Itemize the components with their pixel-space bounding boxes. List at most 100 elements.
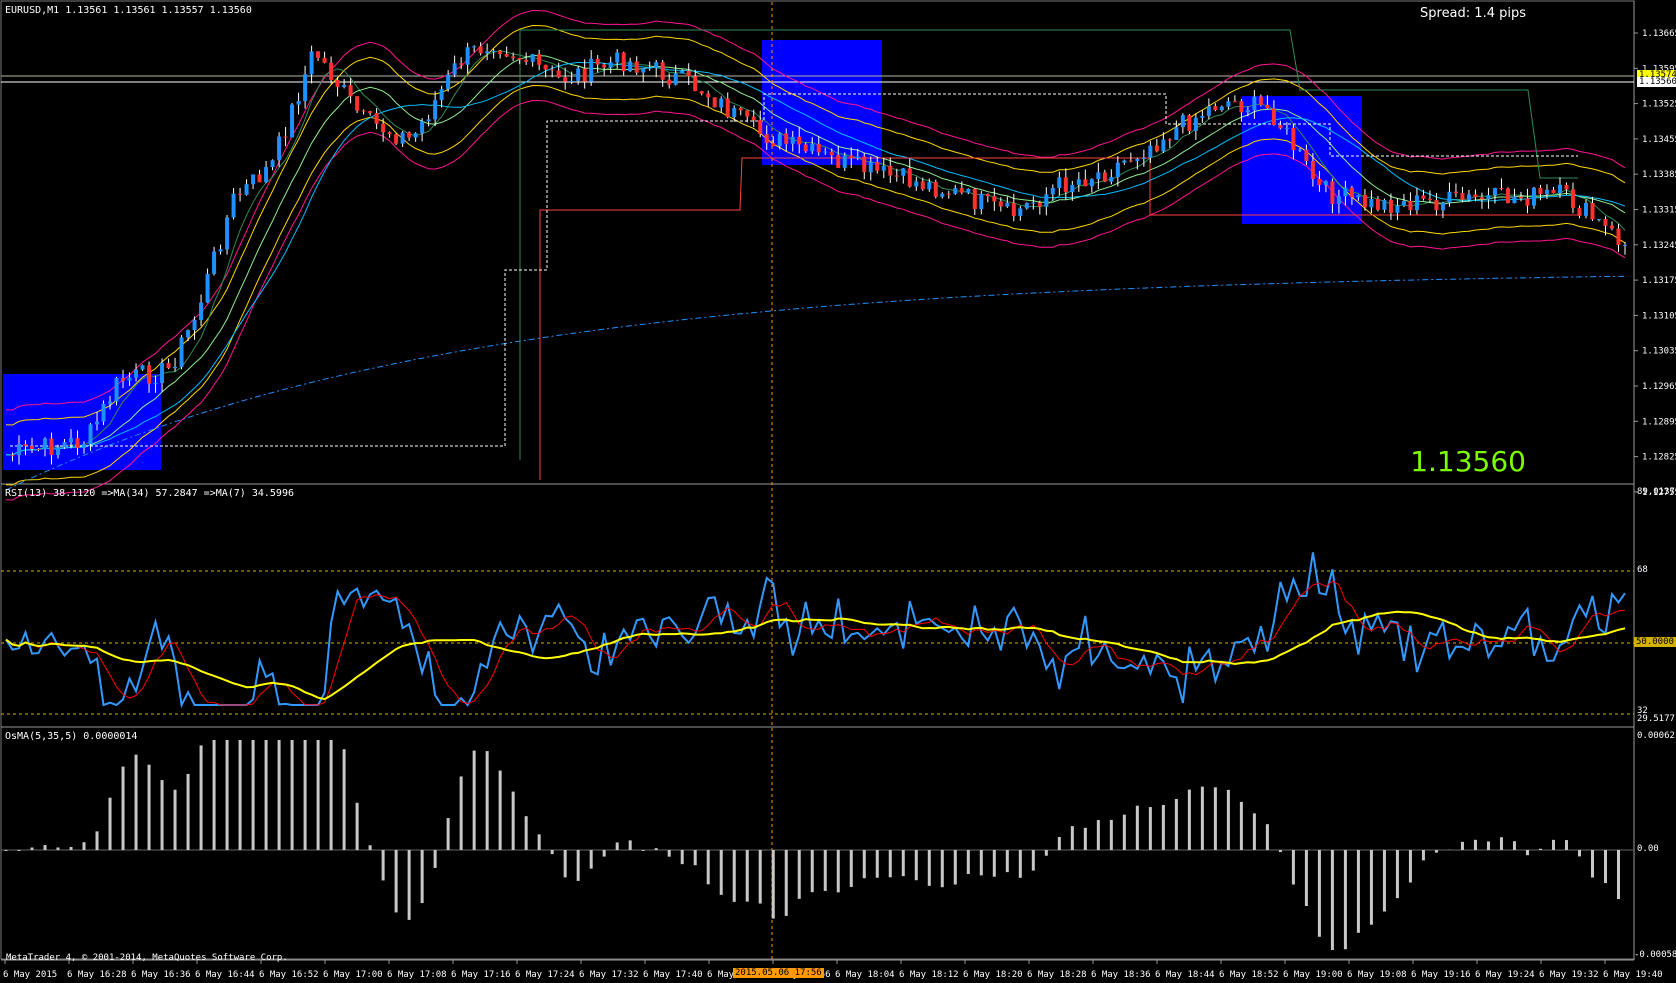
candle-body bbox=[790, 136, 795, 144]
candle-body bbox=[413, 133, 418, 138]
osma-bar bbox=[160, 780, 164, 850]
candle-body bbox=[1271, 108, 1276, 125]
candle-body bbox=[407, 132, 412, 138]
candle-body bbox=[134, 369, 139, 378]
candle-body bbox=[803, 144, 808, 152]
osma-bar bbox=[186, 773, 190, 850]
osma-bar bbox=[1161, 804, 1165, 850]
osma-bar bbox=[1421, 850, 1425, 861]
candle-body bbox=[1401, 200, 1406, 206]
price-axis-label: 1.13385 bbox=[1642, 170, 1676, 180]
osma-bar bbox=[1200, 786, 1204, 850]
candle-body bbox=[1609, 225, 1614, 229]
osma-bar bbox=[1538, 848, 1542, 850]
candle-body bbox=[1102, 172, 1107, 182]
time-axis-label: 6 May 18:12 bbox=[899, 970, 959, 980]
candle-body bbox=[1583, 202, 1588, 216]
candle-body bbox=[1518, 196, 1523, 199]
candle-body bbox=[855, 156, 860, 159]
candle-body bbox=[680, 70, 685, 74]
candle-body bbox=[1128, 160, 1133, 162]
osma-bar bbox=[550, 850, 554, 855]
osma-bar bbox=[121, 766, 125, 850]
osma-bar bbox=[1044, 850, 1048, 856]
osma-bar bbox=[1317, 850, 1321, 937]
candle-body bbox=[199, 302, 204, 320]
candle-body bbox=[1570, 189, 1575, 208]
osma-bar bbox=[1577, 850, 1581, 857]
osma-bar bbox=[290, 740, 294, 850]
candle-body bbox=[1291, 127, 1296, 151]
time-axis-label: 6 May 2015 bbox=[3, 970, 57, 980]
osma-bar bbox=[1005, 850, 1009, 873]
candle-body bbox=[686, 70, 691, 77]
candle-body bbox=[10, 454, 15, 456]
candle-body bbox=[1122, 160, 1127, 163]
price-axis-label: 1.13105 bbox=[1642, 311, 1676, 321]
candle-body bbox=[933, 182, 938, 197]
candle-body bbox=[1310, 161, 1315, 179]
osma-bar bbox=[1109, 819, 1113, 850]
osma-bar bbox=[134, 754, 138, 850]
candle-body bbox=[30, 445, 35, 449]
candle-body bbox=[732, 107, 737, 118]
candle-body bbox=[862, 156, 867, 173]
candle-body bbox=[1421, 195, 1426, 199]
candle-body bbox=[628, 61, 633, 72]
osma-bar bbox=[1096, 820, 1100, 850]
osma-bar bbox=[1499, 837, 1503, 850]
time-axis-label: 6 May 18:36 bbox=[1091, 970, 1151, 980]
candle-body bbox=[420, 121, 425, 134]
price-axis-label: 1.12825 bbox=[1642, 453, 1676, 463]
osma-bar bbox=[4, 850, 8, 851]
osma-bar bbox=[355, 802, 359, 850]
osma-axis-zero: 0.00 bbox=[1637, 844, 1659, 854]
time-axis-label: 6 May 19:16 bbox=[1411, 970, 1471, 980]
osma-bar bbox=[979, 850, 983, 876]
candle-body bbox=[316, 51, 321, 58]
candle-body bbox=[641, 68, 646, 73]
candle-body bbox=[777, 133, 782, 147]
osma-bar bbox=[1564, 840, 1568, 850]
candle-body bbox=[1623, 244, 1627, 246]
candle-body bbox=[504, 54, 509, 57]
osma-bar bbox=[927, 850, 931, 886]
candle-body bbox=[959, 188, 964, 193]
osma-bar bbox=[849, 850, 853, 887]
candle-body bbox=[1063, 177, 1068, 193]
candle-body bbox=[1382, 199, 1387, 210]
candle-body bbox=[810, 143, 815, 152]
osma-bar bbox=[1486, 841, 1490, 850]
price-axis-label: 1.13525 bbox=[1642, 100, 1676, 110]
osma-bar bbox=[1460, 841, 1464, 850]
candle-body bbox=[218, 249, 223, 252]
candle-body bbox=[517, 58, 522, 60]
spread-indicator: Spread: 1.4 pips bbox=[1420, 6, 1526, 21]
candle-body bbox=[290, 104, 295, 138]
candle-body bbox=[1076, 179, 1081, 185]
osma-bar bbox=[953, 850, 957, 885]
osma-bar bbox=[43, 845, 47, 850]
candle-body bbox=[1200, 115, 1205, 118]
time-axis-label: 6 May 16:28 bbox=[67, 970, 127, 980]
candle-body bbox=[881, 165, 886, 171]
candle-body bbox=[1538, 187, 1543, 195]
osma-bar bbox=[1551, 839, 1555, 850]
candle-body bbox=[751, 116, 756, 121]
candle-body bbox=[465, 47, 470, 65]
candle-body bbox=[823, 151, 828, 153]
candle-body bbox=[1414, 195, 1419, 211]
candle-body bbox=[1297, 149, 1302, 151]
candle-body bbox=[927, 182, 932, 190]
candle-body bbox=[660, 62, 665, 80]
candle-body bbox=[160, 362, 165, 383]
osma-bar bbox=[875, 850, 879, 878]
candle-body bbox=[205, 273, 210, 303]
osma-bar bbox=[524, 816, 528, 850]
candle-body bbox=[745, 110, 750, 117]
candle-body bbox=[478, 46, 483, 54]
time-axis-label: 6 May 17:40 bbox=[643, 970, 703, 980]
candle-body bbox=[342, 84, 347, 87]
osma-bar bbox=[797, 850, 801, 899]
osma-bar bbox=[693, 850, 697, 866]
